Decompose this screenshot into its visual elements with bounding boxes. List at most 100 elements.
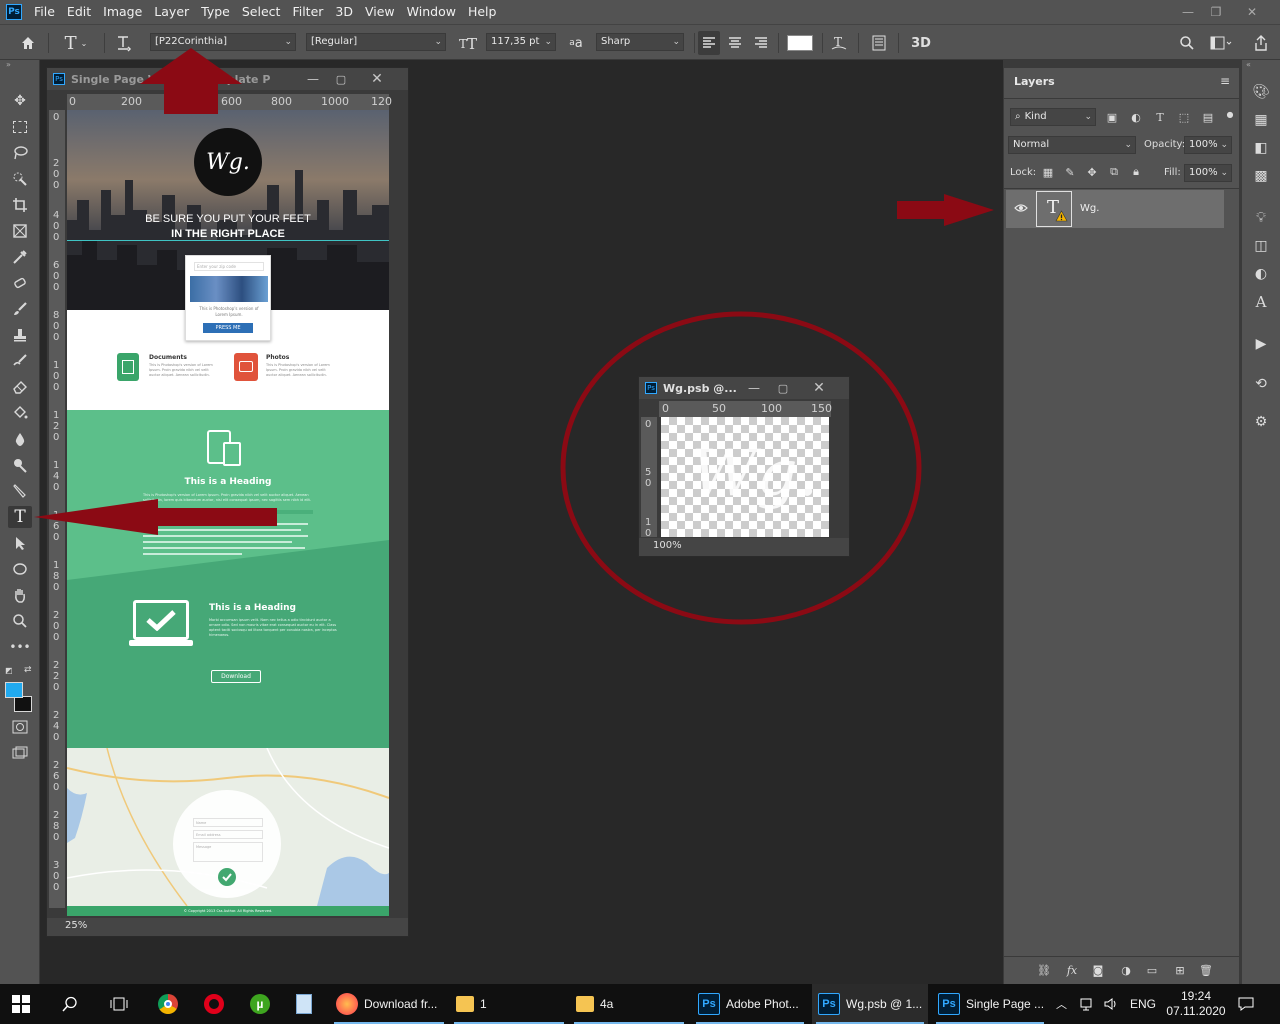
maximize-icon[interactable]: ▢ xyxy=(773,379,793,397)
network-icon[interactable] xyxy=(1080,984,1098,1024)
workspace-icon[interactable] xyxy=(1206,31,1236,55)
delete-layer-icon[interactable]: 🗑︎ xyxy=(1198,962,1214,978)
notifications-icon[interactable] xyxy=(1238,984,1258,1024)
ellipse-tool-icon[interactable] xyxy=(8,558,32,580)
volume-icon[interactable] xyxy=(1104,984,1122,1024)
form-email-input[interactable]: Email address xyxy=(193,830,263,839)
add-mask-icon[interactable]: ◙ xyxy=(1090,962,1106,978)
paint-bucket-tool-icon[interactable] xyxy=(8,402,32,424)
menu-image[interactable]: Image xyxy=(97,0,148,24)
utorrent-icon[interactable]: µ xyxy=(250,984,272,1024)
layer-filter-select[interactable]: ⌕ Kind ⌄ xyxy=(1010,108,1096,126)
font-size-input[interactable]: 117,35 pt ⌄ xyxy=(486,33,556,51)
collapse-icon[interactable]: » xyxy=(6,60,11,69)
toggle-orientation-icon[interactable] xyxy=(112,31,136,55)
lock-transparent-icon[interactable]: ▦ xyxy=(1040,164,1056,180)
taskbar-folder-4a[interactable]: 4a xyxy=(570,984,688,1024)
menu-help[interactable]: Help xyxy=(462,0,503,24)
menu-layer[interactable]: Layer xyxy=(148,0,195,24)
align-center-icon[interactable] xyxy=(724,31,746,55)
smart-object-filter-icon[interactable]: ▤ xyxy=(1200,109,1216,125)
swatches-panel-icon[interactable]: ▦ xyxy=(1253,112,1269,128)
start-button[interactable] xyxy=(12,984,36,1024)
menu-window[interactable]: Window xyxy=(401,0,462,24)
brush-tool-icon[interactable] xyxy=(8,298,32,320)
close-icon[interactable]: ✕ xyxy=(1238,0,1266,24)
taskbar-wg-psb[interactable]: Ps Wg.psb @ 1... xyxy=(812,984,928,1024)
path-selection-tool-icon[interactable] xyxy=(8,532,32,554)
move-tool-icon[interactable]: ✥ xyxy=(8,90,32,112)
calculator-icon[interactable] xyxy=(296,984,318,1024)
adjustments-panel-icon[interactable]: ◐ xyxy=(1253,266,1269,282)
menu-3d[interactable]: 3D xyxy=(329,0,359,24)
pen-tool-icon[interactable] xyxy=(8,480,32,502)
search-icon[interactable] xyxy=(62,984,84,1024)
type-tool-preset-icon[interactable]: T ⌄ xyxy=(58,31,94,55)
shape-filter-icon[interactable]: ⬚ xyxy=(1176,109,1192,125)
form-message-input[interactable]: Message xyxy=(193,842,263,862)
text-color-swatch[interactable] xyxy=(786,31,814,55)
hand-tool-icon[interactable] xyxy=(8,584,32,606)
lock-artboard-icon[interactable]: ⧉ xyxy=(1106,164,1122,180)
more-tools-icon[interactable]: ••• xyxy=(8,636,32,658)
healing-brush-tool-icon[interactable] xyxy=(8,272,32,294)
lock-all-icon[interactable]: 🔒︎ xyxy=(1128,164,1144,180)
submit-check-button[interactable] xyxy=(218,868,236,886)
zip-input[interactable]: Enter your zip code xyxy=(194,262,264,271)
history-brush-tool-icon[interactable] xyxy=(8,350,32,372)
clock[interactable]: 19:24 07.11.2020 xyxy=(1164,984,1228,1024)
3d-button[interactable]: 3D xyxy=(906,31,936,55)
lock-position-icon[interactable]: ✥ xyxy=(1084,164,1100,180)
layer-row-wg[interactable]: T Wg. xyxy=(1006,190,1224,228)
lock-pixels-icon[interactable]: ✎ xyxy=(1062,164,1078,180)
layers-tab[interactable]: Layers xyxy=(1008,70,1056,94)
quick-mask-icon[interactable] xyxy=(8,716,32,738)
marquee-tool-icon[interactable] xyxy=(8,116,32,138)
minimize-icon[interactable]: — xyxy=(744,379,764,397)
filter-toggle-icon[interactable]: ● xyxy=(1222,106,1238,122)
gradients-panel-icon[interactable]: ◧ xyxy=(1253,140,1269,156)
menu-file[interactable]: File xyxy=(28,0,61,24)
new-layer-icon[interactable]: ⊞ xyxy=(1172,962,1188,978)
restore-icon[interactable]: ❐ xyxy=(1202,0,1230,24)
foreground-color-swatch[interactable] xyxy=(5,682,23,698)
zoom-tool-icon[interactable] xyxy=(8,610,32,632)
download-button[interactable]: Download xyxy=(211,670,261,683)
image-filter-icon[interactable]: ▣ xyxy=(1104,109,1120,125)
maximize-icon[interactable]: ▢ xyxy=(331,70,351,88)
type-tool-icon[interactable]: T xyxy=(8,506,32,528)
eraser-tool-icon[interactable] xyxy=(8,376,32,398)
minimize-icon[interactable]: — xyxy=(303,70,323,88)
smart-object-window[interactable]: Ps Wg.psb @... — ▢ ✕ 0 50 100 150 0 5 0 … xyxy=(638,376,850,557)
taskbar-photoshop[interactable]: Ps Adobe Phot... xyxy=(692,984,808,1024)
quick-select-tool-icon[interactable] xyxy=(8,168,32,190)
collapse-icon[interactable]: « xyxy=(1246,60,1251,69)
color-panel-icon[interactable]: 🎨︎ xyxy=(1252,84,1270,100)
warp-text-icon[interactable]: T xyxy=(828,31,850,55)
taskbar-folder-1[interactable]: 1 xyxy=(450,984,568,1024)
press-me-button[interactable]: PRESS ME xyxy=(203,323,253,333)
dodge-tool-icon[interactable] xyxy=(8,454,32,476)
tray-chevron-icon[interactable]: ︿ xyxy=(1056,984,1072,1024)
antialias-select[interactable]: Sharp ⌄ xyxy=(596,33,684,51)
new-adjustment-icon[interactable]: ◑ xyxy=(1118,962,1134,978)
menu-edit[interactable]: Edit xyxy=(61,0,97,24)
document-canvas[interactable]: Wg. BE SURE YOU PUT YOUR FEET IN THE RIG… xyxy=(67,110,389,916)
menu-type[interactable]: Type xyxy=(195,0,236,24)
add-style-icon[interactable]: fx xyxy=(1064,962,1080,978)
panel-menu-icon[interactable]: ≡ xyxy=(1220,74,1230,88)
share-icon[interactable] xyxy=(1250,31,1272,55)
search-icon[interactable] xyxy=(1176,31,1198,55)
blur-tool-icon[interactable] xyxy=(8,428,32,450)
close-icon[interactable]: ✕ xyxy=(367,70,387,88)
visibility-eye-icon[interactable] xyxy=(1014,203,1028,216)
menu-filter[interactable]: Filter xyxy=(286,0,329,24)
document-titlebar[interactable]: Ps Single Page Website Template PSD - cs… xyxy=(47,68,408,90)
language-indicator[interactable]: ENG xyxy=(1130,984,1156,1024)
taskbar-firefox[interactable]: Download fr... xyxy=(330,984,448,1024)
character-panel-icon[interactable] xyxy=(868,31,890,55)
minimize-icon[interactable]: — xyxy=(1174,0,1202,24)
home-icon[interactable] xyxy=(16,31,40,55)
new-group-icon[interactable]: ▭ xyxy=(1144,962,1160,978)
opacity-input[interactable]: 100% ⌄ xyxy=(1184,136,1232,154)
